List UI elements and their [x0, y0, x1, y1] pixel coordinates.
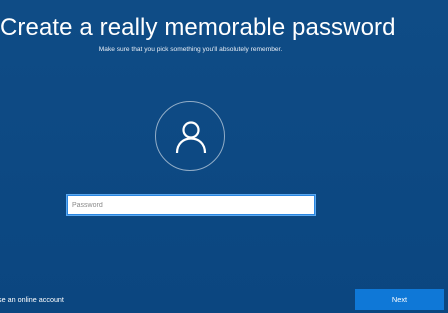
setup-screen: Create a really memorable password Make … — [0, 0, 448, 313]
page-subtitle: Make sure that you pick something you'll… — [98, 46, 283, 53]
password-input[interactable] — [66, 194, 316, 216]
user-icon — [175, 121, 207, 154]
next-button[interactable]: Next — [355, 289, 444, 310]
page-title: Create a really memorable password — [0, 14, 396, 41]
use-online-account-link[interactable]: use an online account — [0, 295, 64, 304]
avatar — [155, 101, 225, 171]
